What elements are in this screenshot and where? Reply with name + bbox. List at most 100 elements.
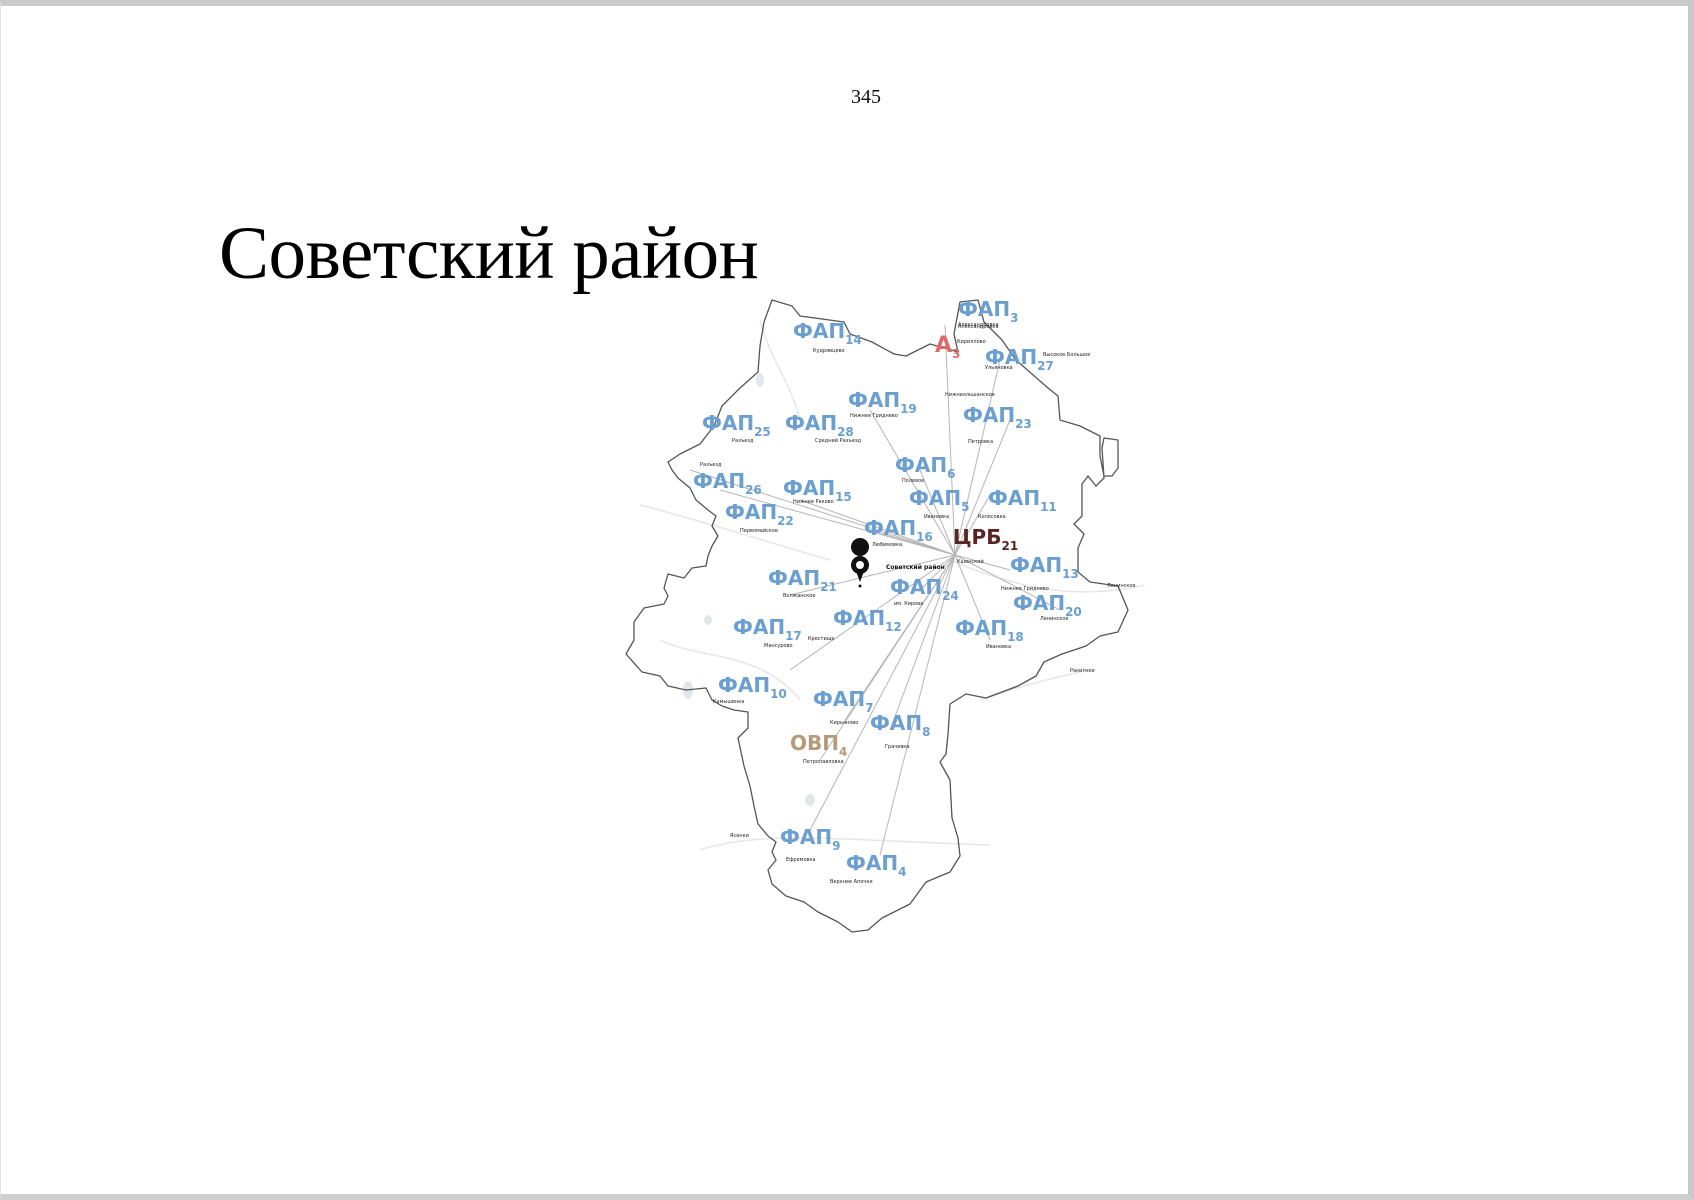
facility-type: ФАП bbox=[785, 411, 837, 435]
facility-number: 6 bbox=[947, 467, 955, 481]
facility-type: ФАП bbox=[733, 615, 785, 639]
facility-marker[interactable]: ФАП18Ивановка bbox=[955, 616, 1024, 650]
village-label: Грачевка bbox=[885, 744, 909, 750]
facility-number: 16 bbox=[916, 530, 933, 544]
facility-number: 5 bbox=[961, 500, 969, 514]
facility-marker[interactable]: ФАП27Ульяновка bbox=[985, 345, 1054, 373]
facility-label: ФАП12 bbox=[833, 606, 902, 634]
facility-number: 12 bbox=[885, 620, 902, 634]
facility-label: ФАП17 bbox=[733, 615, 802, 643]
village-label: Кириллово bbox=[957, 339, 986, 345]
facility-marker[interactable]: ФАП4Верхнее Апочки bbox=[830, 851, 906, 885]
facility-marker[interactable]: ФАП20Ленинское bbox=[1013, 591, 1082, 622]
facility-type: ФАП bbox=[833, 606, 885, 630]
facility-number: 21 bbox=[820, 580, 837, 594]
facility-type: ЦРБ bbox=[953, 525, 1001, 549]
facility-type: ФАП bbox=[813, 687, 865, 711]
facility-number: 14 bbox=[845, 333, 862, 347]
facility-type: ФАП bbox=[846, 851, 898, 875]
facility-labels: ФАП14КудрявцевоФАП3АлександровкаА3Кирилл… bbox=[693, 297, 1082, 885]
facility-label: ФАП3 bbox=[958, 297, 1018, 325]
facility-marker[interactable]: ФАП16 Любимовка bbox=[864, 516, 933, 548]
facility-marker[interactable]: ФАП13Нижнее Гриднево bbox=[1001, 553, 1079, 592]
facility-number: 11 bbox=[1040, 500, 1057, 514]
facility-label: ФАП7 bbox=[813, 687, 873, 715]
facility-marker[interactable]: ФАП25Разъезд bbox=[702, 411, 771, 444]
facility-marker[interactable]: ФАП5Ивановка bbox=[909, 486, 969, 520]
facility-marker[interactable]: ФАП26Разъезд bbox=[693, 462, 762, 497]
facility-marker[interactable]: ФАП22Первомайское bbox=[725, 500, 794, 534]
facility-label: ФАП6 bbox=[895, 453, 955, 481]
facility-type: ФАП bbox=[864, 516, 916, 540]
facility-marker[interactable]: А3Кириллово bbox=[935, 333, 986, 361]
village-label: Ивановка bbox=[986, 644, 1011, 650]
facility-number: 19 bbox=[900, 402, 917, 416]
facility-label: ФАП19 bbox=[848, 388, 917, 416]
facility-number: 28 bbox=[837, 425, 854, 439]
facility-number: 26 bbox=[745, 483, 762, 497]
facility-label: ФАП8 bbox=[870, 711, 930, 739]
facility-type: ФАП bbox=[718, 673, 770, 697]
facility-marker[interactable]: ФАП12 Крестище bbox=[808, 606, 902, 642]
facility-label: ФАП21 bbox=[768, 566, 837, 594]
facility-marker[interactable]: ЦРБ21 Кшенский bbox=[953, 525, 1018, 565]
facility-number: 4 bbox=[839, 745, 847, 759]
village-label: Первомайское bbox=[740, 527, 778, 534]
extra-place-label: Ленинское bbox=[1107, 583, 1136, 589]
facility-type: ФАП bbox=[890, 575, 942, 599]
facility-marker[interactable]: ФАП11Колосовка bbox=[978, 486, 1057, 520]
facility-label: ФАП18 bbox=[955, 616, 1024, 644]
extra-place-label: Александровка bbox=[958, 322, 999, 328]
facility-marker[interactable]: ФАП17Мансурово bbox=[733, 615, 802, 649]
facility-number: 15 bbox=[835, 490, 852, 504]
facility-type: А bbox=[935, 333, 952, 358]
facility-number: 13 bbox=[1062, 567, 1079, 581]
village-label: Крестище bbox=[808, 636, 835, 642]
facility-label: ФАП9 bbox=[780, 825, 840, 853]
facility-marker[interactable]: ФАП23 Петровка bbox=[963, 403, 1032, 445]
facility-label: ФАП26 bbox=[693, 469, 762, 497]
facility-type: ФАП bbox=[768, 566, 820, 590]
facility-marker[interactable]: ФАП8 Грачевка bbox=[870, 711, 930, 750]
village-label: Петровка bbox=[968, 439, 993, 445]
village-label: Ленинское bbox=[1040, 616, 1069, 622]
facility-type: ФАП bbox=[870, 711, 922, 735]
facility-number: 4 bbox=[898, 865, 906, 879]
facility-marker[interactable]: ФАП21Волжанское bbox=[768, 566, 837, 599]
village-label: Кирьяново bbox=[830, 720, 858, 726]
facility-marker[interactable]: ФАП14Кудрявцево bbox=[793, 319, 862, 354]
facility-marker[interactable]: ФАП6Полевое bbox=[895, 453, 955, 484]
facility-number: 18 bbox=[1007, 630, 1024, 644]
center-marker-label: Советский район bbox=[886, 564, 945, 571]
facility-marker[interactable]: ОВП4Петропавловка bbox=[790, 731, 847, 765]
facility-marker[interactable]: ФАП19Нижнее Гриднево bbox=[848, 388, 917, 419]
facility-marker[interactable]: ФАП7 Кирьяново bbox=[813, 687, 873, 726]
facility-number: 3 bbox=[1010, 311, 1018, 325]
facility-type: ФАП bbox=[958, 297, 1010, 321]
facility-number: 23 bbox=[1015, 417, 1032, 431]
facility-type: ФАП bbox=[1010, 553, 1062, 577]
facility-type: ФАП bbox=[693, 469, 745, 493]
location-pin-icon bbox=[851, 538, 870, 588]
facility-label: ФАП11 bbox=[988, 486, 1057, 514]
village-label: Кшенский bbox=[957, 558, 984, 565]
village-label: Кудрявцево bbox=[813, 348, 845, 354]
village-label: Нижнее Раково bbox=[793, 499, 834, 505]
facility-number: 21 bbox=[1001, 539, 1018, 553]
facility-number: 8 bbox=[922, 725, 930, 739]
facility-label: ОВП4 bbox=[790, 731, 847, 759]
facility-marker[interactable]: ФАП15Нижнее Раково bbox=[783, 476, 852, 505]
facility-label: ФАП13 bbox=[1010, 553, 1079, 581]
village-label: Колосовка bbox=[978, 514, 1006, 520]
facility-type: ФАП bbox=[895, 453, 947, 477]
village-label: Любимовка bbox=[872, 542, 902, 548]
facility-type: ФАП bbox=[955, 616, 1007, 640]
village-label: Разъезд bbox=[732, 438, 754, 444]
facility-type: ФАП bbox=[1013, 591, 1065, 615]
village-label: Ефремовка bbox=[786, 857, 816, 863]
facility-marker[interactable]: ФАП9 Ефремовка bbox=[780, 825, 840, 863]
facility-type: ФАП bbox=[702, 411, 754, 435]
facility-label: ФАП5 bbox=[909, 486, 969, 514]
village-label: Мансурово bbox=[764, 643, 793, 649]
facility-type: ФАП bbox=[963, 403, 1015, 427]
